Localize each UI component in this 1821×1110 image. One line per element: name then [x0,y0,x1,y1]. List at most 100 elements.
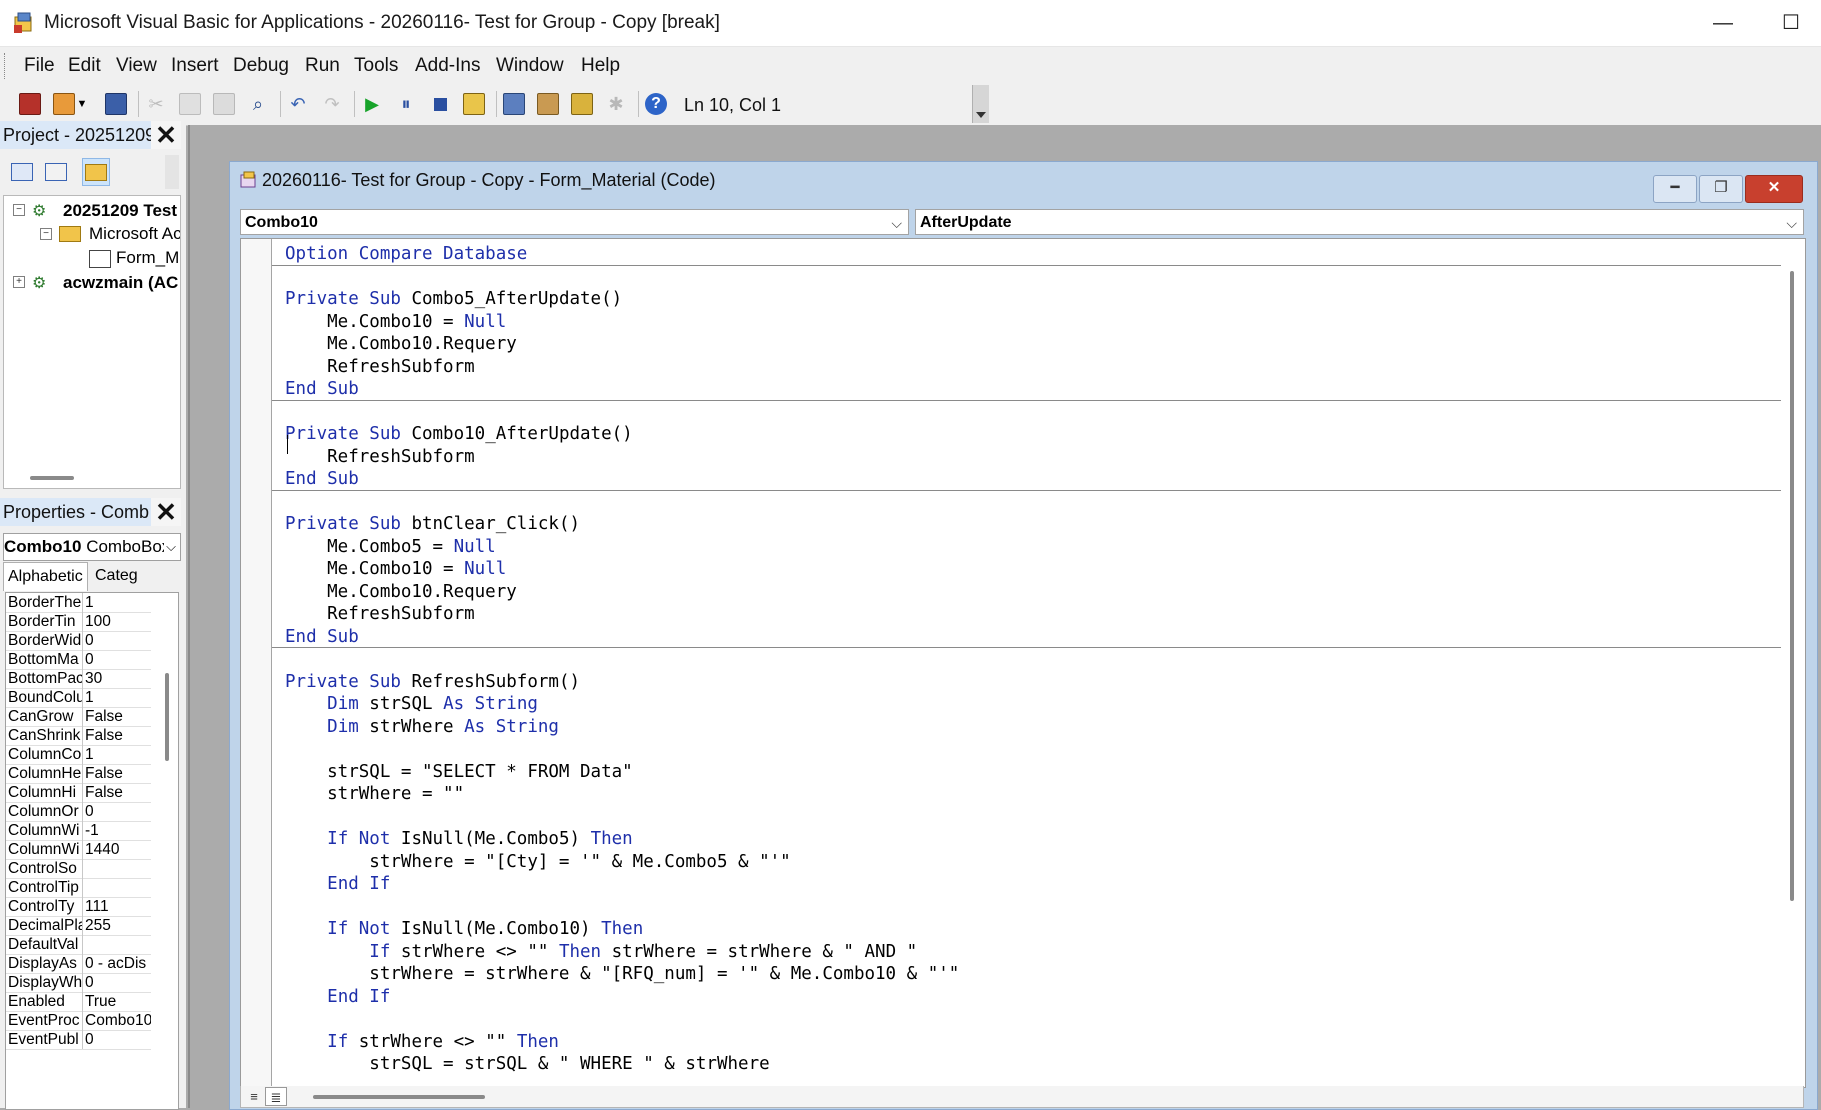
property-row[interactable]: EventPubl 0 [6,1030,151,1050]
property-value[interactable]: False [85,707,151,726]
expand-icon[interactable]: + [13,276,25,288]
property-value[interactable]: 0 - acDis [85,954,151,973]
property-value[interactable]: 100 [85,612,151,631]
maximize-button[interactable]: ☐ [1771,8,1811,38]
property-value[interactable]: False [85,764,151,783]
undo-icon[interactable]: ↶ [284,90,312,118]
property-row[interactable]: ColumnWi -1 [6,821,151,841]
object-browser-icon[interactable] [568,90,596,118]
access-icon[interactable] [16,90,44,118]
menu-view[interactable]: View [116,55,157,77]
vertical-scrollbar[interactable] [1781,239,1805,1087]
close-icon[interactable]: ✕ [151,498,181,526]
break-icon[interactable]: ⏸ [392,90,420,118]
menu-insert[interactable]: Insert [171,55,219,77]
redo-icon[interactable]: ↷ [318,90,346,118]
tab-categorized[interactable]: Categ [91,562,142,590]
property-value[interactable]: True [85,992,151,1011]
run-icon[interactable]: ▶ [358,90,386,118]
property-row[interactable]: ColumnCo 1 [6,745,151,765]
property-value[interactable]: 30 [85,669,151,688]
property-row[interactable]: BottomMa 0 [6,650,151,670]
paste-icon[interactable] [210,90,238,118]
find-icon[interactable]: ⌕ [244,90,272,118]
property-value[interactable]: 0 [85,973,151,992]
property-value[interactable]: False [85,783,151,802]
properties-window-icon[interactable] [534,90,562,118]
property-row[interactable]: ColumnHe False [6,764,151,784]
property-value[interactable]: 0 [85,802,151,821]
menu-run[interactable]: Run [305,55,340,77]
property-row[interactable]: DecimalPla 255 [6,916,151,936]
view-code-icon[interactable] [8,158,36,186]
property-row[interactable]: Enabled True [6,992,151,1012]
object-dropdown[interactable]: Combo10 ⌵ [240,209,909,235]
property-value[interactable]: 1440 [85,840,151,859]
full-module-view-icon[interactable]: ≣ [265,1087,287,1106]
property-row[interactable]: EventProc Combo10 [6,1011,151,1031]
close-icon[interactable]: ✕ [151,121,181,149]
property-value[interactable]: False [85,726,151,745]
property-row[interactable]: DisplayWh 0 [6,973,151,993]
menu-debug[interactable]: Debug [233,55,289,77]
property-value[interactable]: 111 [85,897,151,916]
property-row[interactable]: ColumnHi False [6,783,151,803]
horizontal-scrollbar[interactable] [30,476,74,480]
horizontal-scrollbar[interactable] [313,1095,485,1099]
code-restore-button[interactable]: ❐ [1699,175,1743,203]
property-value[interactable]: 0 [85,650,151,669]
property-row[interactable]: ControlTip [6,878,151,898]
tree-item-project[interactable]: 20251209 Test [63,200,177,222]
tree-item-form-material[interactable]: Form_Ma [116,247,180,269]
property-row[interactable]: BoundColu 1 [6,688,151,708]
object-select[interactable]: Combo10 ComboBox ⌵ [3,533,181,561]
property-row[interactable]: DisplayAs 0 - acDis [6,954,151,974]
copy-icon[interactable] [176,90,204,118]
menubar-grip[interactable] [4,53,8,79]
cut-icon[interactable]: ✂ [142,90,170,118]
property-row[interactable]: CanGrow False [6,707,151,727]
property-row[interactable]: CanShrink False [6,726,151,746]
property-row[interactable]: BorderTin 100 [6,612,151,632]
minimize-button[interactable]: — [1703,8,1743,38]
property-value[interactable]: 1 [85,593,151,612]
tree-item-acwzmain[interactable]: acwzmain (AC [63,272,178,294]
property-row[interactable]: BorderThe 1 [6,593,151,613]
code-editor[interactable]: Option Compare Database Private Sub Combo… [240,238,1806,1088]
menu-file[interactable]: File [24,55,55,77]
toolbox-icon[interactable]: ✱ [602,90,630,118]
code-close-button[interactable]: ✕ [1745,175,1803,203]
property-row[interactable]: ControlTy 111 [6,897,151,917]
property-value[interactable]: -1 [85,821,151,840]
property-row[interactable]: BorderWid 0 [6,631,151,651]
reset-icon[interactable] [426,90,454,118]
procedure-dropdown[interactable]: AfterUpdate ⌵ [915,209,1804,235]
menu-help[interactable]: Help [581,55,620,77]
property-row[interactable]: BottomPac 30 [6,669,151,689]
menu-add-ins[interactable]: Add-Ins [415,55,480,77]
menu-window[interactable]: Window [496,55,564,77]
property-value[interactable]: 255 [85,916,151,935]
property-row[interactable]: ColumnWi 1440 [6,840,151,860]
procedure-view-icon[interactable]: ≡ [243,1087,265,1106]
property-value[interactable]: Combo10 [85,1011,151,1030]
tree-item-folder[interactable]: Microsoft Acc [89,223,180,245]
property-value[interactable]: 0 [85,631,151,650]
margin-indicator-bar[interactable] [241,239,272,1087]
save-icon[interactable] [102,90,130,118]
scroll-thumb[interactable] [1790,271,1794,901]
collapse-icon[interactable]: − [13,204,25,216]
collapse-icon[interactable]: − [40,228,52,240]
design-mode-icon[interactable] [460,90,488,118]
project-explorer-icon[interactable] [500,90,528,118]
help-icon[interactable]: ? [642,90,670,118]
property-value[interactable]: 0 [85,1030,151,1049]
property-row[interactable]: ControlSo [6,859,151,879]
menu-tools[interactable]: Tools [354,55,398,77]
property-value[interactable]: 1 [85,745,151,764]
toggle-folders-icon[interactable] [82,158,110,186]
view-object-icon[interactable] [42,158,70,186]
vertical-scrollbar[interactable] [165,673,169,761]
code-minimize-button[interactable]: ━ [1653,175,1697,203]
property-row[interactable]: ColumnOr 0 [6,802,151,822]
